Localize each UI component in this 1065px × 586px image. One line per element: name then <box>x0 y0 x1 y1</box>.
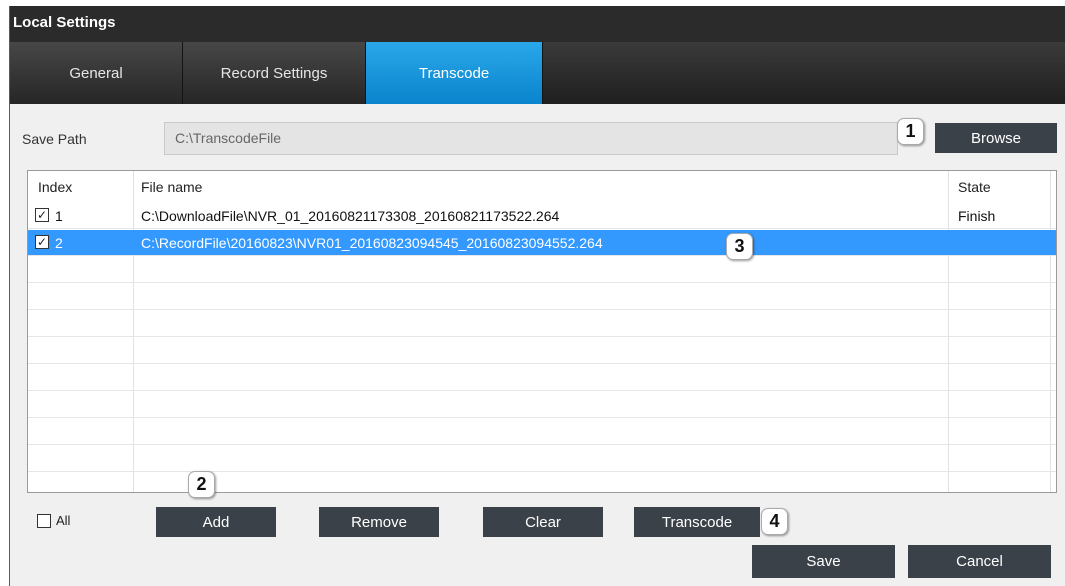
empty-row <box>28 473 1056 492</box>
table-row[interactable]: ✓ 1 C:\DownloadFile\NVR_01_2016082117330… <box>28 203 1056 229</box>
table-header: Index File name State <box>28 171 1056 202</box>
save-path-input[interactable]: C:\TranscodeFile <box>164 122 898 155</box>
empty-row <box>28 446 1056 472</box>
empty-row <box>28 284 1056 310</box>
header-index[interactable]: Index <box>38 179 72 195</box>
empty-row <box>28 311 1056 337</box>
header-state[interactable]: State <box>958 179 991 195</box>
callout-3: 3 <box>726 233 753 260</box>
select-all-checkbox[interactable] <box>37 514 51 528</box>
empty-row <box>28 419 1056 445</box>
save-button[interactable]: Save <box>752 545 895 578</box>
callout-4: 4 <box>761 508 788 535</box>
empty-row <box>28 257 1056 283</box>
tab-bar: General Record Settings Transcode <box>10 42 1065 104</box>
cancel-button[interactable]: Cancel <box>908 545 1051 578</box>
empty-row <box>28 392 1056 418</box>
table-row-selected[interactable]: ✓ 2 C:\RecordFile\20160823\NVR01_2016082… <box>28 230 1056 256</box>
select-all-label: All <box>56 513 71 528</box>
row-checkbox[interactable]: ✓ <box>35 235 49 249</box>
header-file-name[interactable]: File name <box>141 179 202 195</box>
save-path-label: Save Path <box>22 131 87 147</box>
remove-button[interactable]: Remove <box>319 507 439 537</box>
title-bar: Local Settings <box>10 6 1065 42</box>
callout-2: 2 <box>188 471 215 498</box>
row-state: Finish <box>958 208 996 224</box>
empty-row <box>28 338 1056 364</box>
row-file-name: C:\RecordFile\20160823\NVR01_20160823094… <box>141 235 603 251</box>
empty-row <box>28 365 1056 391</box>
callout-1: 1 <box>897 118 924 145</box>
row-file-name: C:\DownloadFile\NVR_01_20160821173308_20… <box>141 208 560 224</box>
row-index: 2 <box>55 235 63 251</box>
window-title: Local Settings <box>13 14 116 31</box>
row-index: 1 <box>55 208 63 224</box>
clear-button[interactable]: Clear <box>483 507 603 537</box>
add-button[interactable]: Add <box>156 507 276 537</box>
browse-button[interactable]: Browse <box>935 123 1057 153</box>
tab-record-settings[interactable]: Record Settings <box>183 42 366 104</box>
row-checkbox[interactable]: ✓ <box>35 208 49 222</box>
tab-transcode[interactable]: Transcode <box>366 42 543 104</box>
transcode-button[interactable]: Transcode <box>634 507 760 537</box>
file-table: Index File name State ✓ 1 C:\DownloadFil… <box>27 170 1057 493</box>
tab-general[interactable]: General <box>10 42 183 104</box>
